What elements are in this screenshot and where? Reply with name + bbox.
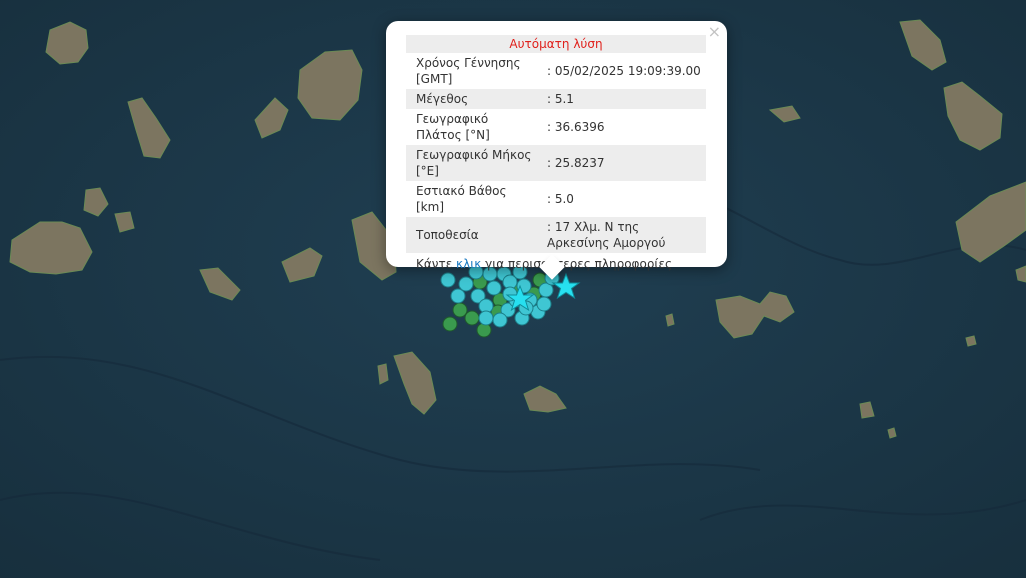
row-label-depth: Εστιακό Βάθος [km] — [416, 184, 507, 214]
earthquake-marker — [492, 312, 508, 328]
earthquake-marker — [478, 310, 494, 326]
footer-text-after: για περισσότερες πληροφορίες — [481, 257, 672, 271]
table-row: Γεωγραφικό Πλάτος [°N] : 36.6396 — [406, 109, 706, 145]
more-info-link[interactable]: κλικ — [456, 257, 481, 271]
table-row: Μέγεθος : 5.1 — [406, 89, 706, 109]
row-label-magnitude: Μέγεθος — [416, 92, 469, 106]
island-tiny2 — [965, 335, 977, 347]
earthquake-marker — [440, 272, 456, 288]
row-label-longitude: Γεωγραφικό Μήκος [°E] — [416, 148, 532, 178]
earthquake-marker — [458, 276, 474, 292]
earthquake-info-popup: × Αυτόματη λύση Χρόνος Γέννησης [GMT] : … — [386, 21, 727, 280]
table-row: Τοποθεσία : 17 Χλμ. Ν της Αρκεσίνης Αμορ… — [406, 217, 706, 253]
row-value-latitude: : 36.6396 — [547, 120, 605, 134]
earthquake-marker — [536, 296, 552, 312]
island-therasia — [377, 363, 389, 385]
close-icon[interactable]: × — [708, 23, 721, 41]
footer-text-before: Κάντε — [416, 257, 457, 271]
row-value-location: : 17 Χλμ. Ν της Αρκεσίνης Αμοργού — [547, 220, 666, 250]
row-value-origin-time: : 05/02/2025 19:09:39.00 — [547, 64, 701, 78]
table-row: Εστιακό Βάθος [km] : 5.0 — [406, 181, 706, 217]
row-value-magnitude: : 5.1 — [547, 92, 574, 106]
earthquake-marker — [486, 280, 502, 296]
row-label-origin-time: Χρόνος Γέννησης [GMT] — [416, 56, 521, 86]
earthquake-marker — [450, 288, 466, 304]
row-label-location: Τοποθεσία — [416, 228, 479, 242]
table-row: Γεωγραφικό Μήκος [°E] : 25.8237 — [406, 145, 706, 181]
row-label-latitude: Γεωγραφικό Πλάτος [°N] — [416, 112, 490, 142]
island-tiny1 — [665, 313, 675, 327]
table-row: Χρόνος Γέννησης [GMT] : 05/02/2025 19:09… — [406, 53, 706, 89]
earthquake-marker — [452, 302, 468, 318]
row-value-longitude: : 25.8237 — [547, 156, 605, 170]
earthquake-marker — [464, 310, 480, 326]
popup-title: Αυτόματη λύση — [509, 37, 603, 51]
island-tiny3 — [887, 427, 897, 439]
table-row-title: Αυτόματη λύση — [406, 35, 706, 53]
earthquake-info-table: Αυτόματη λύση Χρόνος Γέννησης [GMT] : 05… — [406, 35, 706, 253]
row-value-depth: : 5.0 — [547, 192, 574, 206]
earthquake-marker — [442, 316, 458, 332]
